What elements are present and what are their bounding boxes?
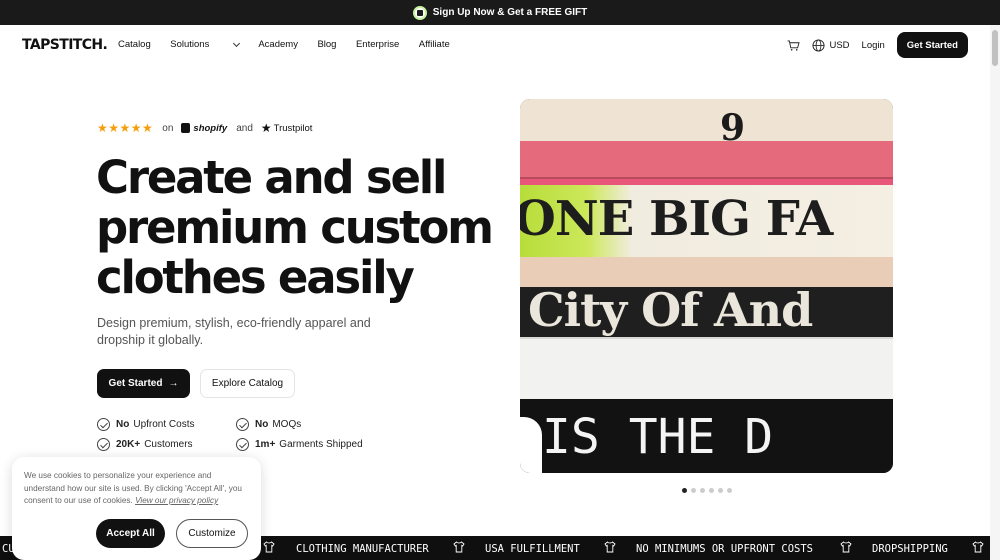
shirt-cream-top: 9 <box>520 99 893 141</box>
announcement-bar[interactable]: Sign Up Now & Get a FREE GIFT <box>0 0 1000 25</box>
feature-garments-shipped: 1m+ Garments Shipped <box>236 438 363 451</box>
feature-text: Garments Shipped <box>279 439 363 450</box>
shirt-peach <box>520 257 893 287</box>
cookie-banner: We use cookies to personalize your exper… <box>12 457 261 560</box>
carousel-dot[interactable] <box>700 488 705 493</box>
customize-button[interactable]: Customize <box>176 519 248 548</box>
tshirt-icon <box>263 541 275 553</box>
hero-title-line-2: premium custom <box>96 201 494 254</box>
marquee-item: NO MINIMUMS OR UPFRONT COSTS <box>636 543 814 555</box>
accept-all-button[interactable]: Accept All <box>96 519 165 548</box>
hero-title: Create and sell premium custom clothes e… <box>96 153 506 303</box>
globe-icon[interactable] <box>812 38 826 52</box>
nav-catalog[interactable]: Catalog <box>118 39 151 50</box>
explore-catalog-button[interactable]: Explore Catalog <box>200 369 295 398</box>
site-header: TAPSTITCH. Catalog Solutions Academy Blo… <box>0 25 990 65</box>
carousel-dot[interactable] <box>682 488 687 493</box>
feature-customers: 20K+ Customers <box>97 438 193 451</box>
feature-bold: No <box>255 419 269 430</box>
feature-bold: No <box>116 419 130 430</box>
hero-image-folded-shirts: 9 ONE BIG FA City Of And IS THE D <box>520 99 893 473</box>
marquee-item: DROPSHIPPING <box>872 543 948 555</box>
feature-bold: 20K+ <box>116 439 141 450</box>
feature-text: Customers <box>144 439 193 450</box>
check-circle-icon <box>236 438 249 451</box>
nav-affiliate[interactable]: Affiliate <box>419 39 450 50</box>
shirt-print-text: ONE BIG FA <box>520 191 833 247</box>
carousel-dot[interactable] <box>718 488 723 493</box>
check-circle-icon <box>97 418 110 431</box>
privacy-policy-link[interactable]: View our privacy policy <box>135 496 218 505</box>
check-circle-icon <box>236 418 249 431</box>
shirt-black-print: City Of And <box>520 287 893 337</box>
feature-moqs: No MOQs <box>236 418 301 431</box>
cart-icon[interactable] <box>787 39 801 51</box>
shirt-print-text: 9 <box>720 107 746 141</box>
trustpilot-logo: Trustpilot <box>273 122 313 134</box>
shirt-green-print: ONE BIG FA <box>520 185 893 257</box>
feature-text: MOQs <box>272 419 302 430</box>
shirt-pink <box>520 141 893 179</box>
nav-solutions-label: Solutions <box>170 39 210 50</box>
hero-get-started-button[interactable]: Get Started → <box>97 369 190 398</box>
trustpilot-star-icon: ★ <box>260 121 272 135</box>
shirt-black-bottom: IS THE D <box>520 399 893 473</box>
currency-selector[interactable]: USD <box>829 40 849 51</box>
shirt-white <box>520 337 893 399</box>
image-corner-cutout <box>520 417 542 473</box>
shopify-logo: shopify <box>193 122 228 134</box>
scrollbar-thumb[interactable] <box>992 30 998 66</box>
shirt-print-text: IS THE D <box>542 409 774 465</box>
login-link[interactable]: Login <box>862 40 885 51</box>
gift-icon <box>412 5 427 20</box>
tshirt-icon <box>453 541 465 553</box>
carousel-dot[interactable] <box>727 488 732 493</box>
header-get-started-button[interactable]: Get Started <box>896 32 968 58</box>
nav-enterprise[interactable]: Enterprise <box>356 39 399 50</box>
shopify-bag-icon <box>181 123 191 133</box>
feature-upfront-costs: No Upfront Costs <box>97 418 194 431</box>
tshirt-icon <box>972 541 984 553</box>
rating-stars: ★★★★★ <box>97 121 154 135</box>
marquee-item: USA FULFILLMENT <box>485 543 580 555</box>
hero-title-line-3: clothes easily <box>96 251 415 304</box>
carousel-dots <box>682 488 732 493</box>
rating-on-text: on <box>162 122 174 134</box>
scrollbar[interactable] <box>990 25 1000 560</box>
feature-bold: 1m+ <box>255 439 276 450</box>
header-actions: USD Login Get Started <box>787 32 990 58</box>
hero-subtitle: Design premium, stylish, eco-friendly ap… <box>97 316 371 347</box>
cookie-text: We use cookies to personalize your exper… <box>24 470 254 508</box>
announcement-text: Sign Up Now & Get a FREE GIFT <box>432 7 588 18</box>
arrow-right-icon: → <box>168 378 179 389</box>
nav-solutions[interactable]: Solutions <box>170 39 240 50</box>
hero-title-line-1: Create and sell <box>96 151 447 204</box>
marquee-item: CLOTHING MANUFACTURER <box>296 543 429 555</box>
main-nav: Catalog Solutions Academy Blog Enterpris… <box>118 39 469 50</box>
nav-blog[interactable]: Blog <box>317 39 336 50</box>
feature-text: Upfront Costs <box>133 419 195 430</box>
rating-row: ★★★★★ on shopify and ★ Trustpilot <box>97 121 312 135</box>
carousel-dot[interactable] <box>691 488 696 493</box>
rating-and-text: and <box>236 122 253 134</box>
hero-get-started-label: Get Started <box>108 378 163 389</box>
nav-academy[interactable]: Academy <box>258 39 298 50</box>
carousel-dot[interactable] <box>709 488 714 493</box>
shirt-print-text: City Of And <box>528 287 813 337</box>
check-circle-icon <box>97 438 110 451</box>
tshirt-icon <box>840 541 852 553</box>
logo[interactable]: TAPSTITCH. <box>22 37 108 53</box>
tshirt-icon <box>604 541 616 553</box>
chevron-down-icon <box>232 39 240 47</box>
